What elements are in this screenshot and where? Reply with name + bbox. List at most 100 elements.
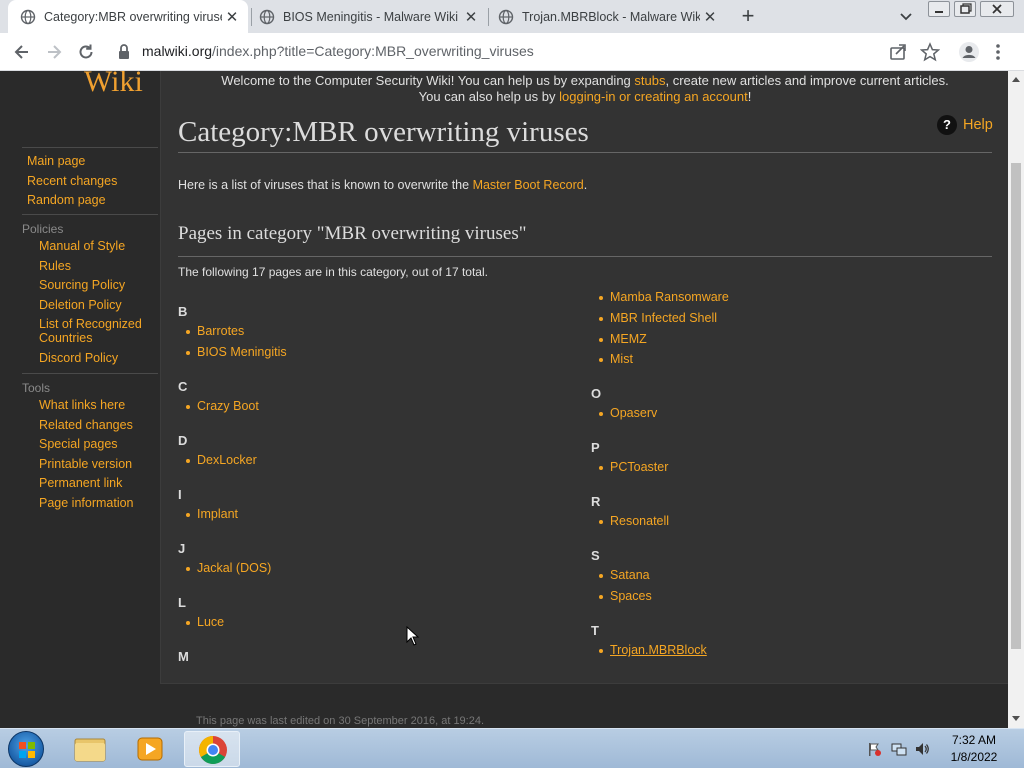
page-link-opaserv[interactable]: Opaserv (598, 406, 657, 420)
wiki-logo[interactable]: Wiki (84, 71, 143, 99)
file-explorer-taskbar-button[interactable] (62, 731, 118, 767)
sidebar-item-special-pages[interactable]: Special pages (39, 437, 158, 451)
stubs-link[interactable]: stubs (634, 73, 665, 88)
last-edited-footer: This page was last edited on 30 Septembe… (196, 715, 485, 727)
letter-heading: O (591, 386, 602, 401)
page-link-mbr-infected-shell[interactable]: MBR Infected Shell (599, 311, 717, 325)
star-icon[interactable] (920, 42, 940, 62)
forward-arrow-icon[interactable] (44, 42, 64, 62)
sidebar-item-random-page[interactable]: Random page (27, 193, 158, 207)
sidebar-item-manual-of-style[interactable]: Manual of Style (39, 239, 158, 253)
page-link-resonatell[interactable]: Resonatell (598, 514, 669, 528)
intro-end: . (583, 178, 588, 192)
page-link-mamba-ransomware[interactable]: Mamba Ransomware (599, 290, 729, 304)
chrome-taskbar-button[interactable] (184, 731, 240, 767)
letter-heading: M (178, 649, 189, 664)
page-link-spaces[interactable]: Spaces (599, 589, 652, 603)
sidebar-item-related-changes[interactable]: Related changes (39, 418, 158, 432)
scroll-down-icon[interactable] (1011, 715, 1021, 723)
page-link-dexlocker[interactable]: DexLocker (186, 453, 257, 467)
help-link[interactable]: ? Help (937, 115, 993, 135)
reload-icon[interactable] (76, 42, 96, 62)
notice-text: , create new articles and improve curren… (665, 73, 949, 88)
sidebar-item-what-links-here[interactable]: What links here (39, 398, 158, 412)
letter-heading: J (178, 541, 186, 556)
menu-dots-icon[interactable] (992, 42, 1004, 62)
sidebar-item-recognized-countries[interactable]: List of Recognized Countries (39, 317, 149, 345)
sidebar: Wiki Main page Recent changes Random pag… (0, 71, 160, 728)
close-tab-icon[interactable]: ✕ (461, 8, 481, 26)
sidebar-divider (22, 373, 158, 374)
start-button[interactable] (8, 731, 44, 767)
page-link-trojan-mbrblock[interactable]: Trojan.MBRBlock (599, 643, 707, 657)
close-tab-icon[interactable]: ✕ (222, 8, 242, 26)
lock-icon[interactable] (116, 42, 132, 62)
share-icon[interactable] (888, 42, 908, 62)
page-link-pctoaster[interactable]: PCToaster (598, 460, 668, 474)
clock-date: 1/8/2022 (950, 750, 998, 764)
letter-heading: D (178, 433, 188, 448)
volume-icon[interactable] (914, 741, 930, 757)
close-window-button[interactable] (980, 1, 1014, 17)
tab-category-mbr[interactable]: Category:MBR overwriting viruses ✕ (8, 0, 248, 33)
new-tab-icon[interactable]: + (735, 4, 761, 30)
action-center-flag-icon[interactable] (866, 741, 882, 757)
page-link-implant[interactable]: Implant (186, 507, 238, 521)
chrome-icon (199, 736, 227, 764)
close-tab-icon[interactable]: ✕ (700, 8, 720, 26)
media-player-taskbar-button[interactable] (122, 731, 178, 767)
back-arrow-icon[interactable] (12, 42, 32, 62)
sidebar-item-printable-version[interactable]: Printable version (39, 457, 158, 471)
sidebar-item-page-information[interactable]: Page information (39, 496, 158, 510)
page-link-satana[interactable]: Satana (599, 568, 650, 582)
chevron-down-icon[interactable] (896, 6, 916, 26)
sidebar-divider (22, 214, 158, 215)
sidebar-item-deletion-policy[interactable]: Deletion Policy (39, 298, 158, 312)
sidebar-item-permanent-link[interactable]: Permanent link (39, 476, 158, 490)
sidebar-item-main-page[interactable]: Main page (27, 154, 158, 168)
tab-strip: Category:MBR overwriting viruses ✕ BIOS … (0, 0, 1024, 33)
sidebar-item-discord-policy[interactable]: Discord Policy (39, 351, 158, 365)
profile-avatar-icon[interactable] (958, 41, 980, 63)
policies-header: Policies (22, 222, 64, 236)
folder-icon (74, 738, 106, 762)
restore-icon (960, 3, 972, 14)
page-link-barrotes[interactable]: Barrotes (185, 324, 244, 338)
notice-text: Welcome to the Computer Security Wiki! Y… (221, 73, 635, 88)
scroll-up-icon[interactable] (1011, 75, 1021, 83)
tab-trojan-mbrblock[interactable]: Trojan.MBRBlock - Malware Wiki ✕ (486, 0, 726, 33)
page-link-mist[interactable]: Mist (599, 352, 633, 366)
tools-portal: Tools What links here Related changes Sp… (22, 381, 158, 510)
globe-icon (259, 9, 275, 24)
browser-toolbar: malwiki.org/index.php?title=Category:MBR… (0, 33, 1024, 71)
sidebar-item-sourcing-policy[interactable]: Sourcing Policy (39, 278, 158, 292)
letter-heading: S (591, 548, 600, 563)
network-icon[interactable] (891, 741, 907, 757)
letter-heading: P (591, 440, 600, 455)
tab-bios-meningitis[interactable]: BIOS Meningitis - Malware Wiki ✕ (247, 0, 487, 33)
page-link-crazy-boot[interactable]: Crazy Boot (186, 399, 259, 413)
media-player-icon (137, 737, 163, 761)
page-link-memz[interactable]: MEMZ (599, 332, 647, 346)
tab-title: BIOS Meningitis - Malware Wiki (283, 9, 459, 24)
sidebar-item-recent-changes[interactable]: Recent changes (27, 174, 158, 188)
login-link[interactable]: logging-in or creating an account (559, 89, 748, 104)
sidebar-item-rules[interactable]: Rules (39, 259, 158, 273)
system-clock[interactable]: 7:32 AM 1/8/2022 (944, 732, 1004, 766)
page-link-bios-meningitis[interactable]: BIOS Meningitis (186, 345, 287, 359)
minimize-button[interactable] (928, 1, 950, 17)
scroll-thumb[interactable] (1011, 163, 1021, 649)
page-scrollbar[interactable] (1008, 71, 1024, 728)
tools-header: Tools (22, 381, 51, 395)
globe-icon (20, 9, 36, 24)
address-bar[interactable]: malwiki.org/index.php?title=Category:MBR… (142, 41, 534, 61)
master-boot-record-link[interactable]: Master Boot Record (473, 178, 584, 192)
intro-text: Here is a list of viruses that is known … (178, 178, 587, 192)
page-link-luce[interactable]: Luce (185, 615, 224, 629)
page-link-jackal-dos[interactable]: Jackal (DOS) (185, 561, 271, 575)
help-label: Help (963, 117, 993, 133)
restore-button[interactable] (954, 1, 976, 17)
notice-text: You can also help us by (418, 89, 560, 104)
letter-heading: L (178, 595, 186, 610)
navigation-portal: Main page Recent changes Random page (22, 154, 158, 207)
